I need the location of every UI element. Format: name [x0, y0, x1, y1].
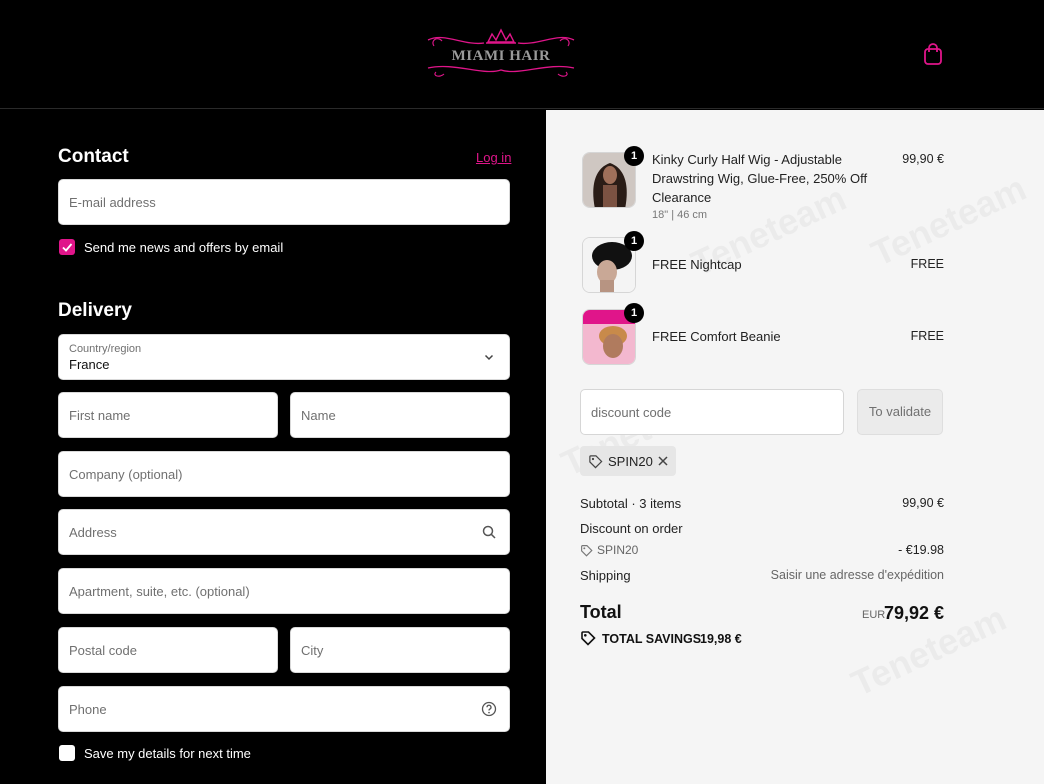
savings-tag-icon [581, 631, 596, 646]
last-name-placeholder: Name [301, 408, 336, 423]
item-price: FREE [910, 329, 944, 343]
news-checkbox[interactable] [59, 239, 75, 255]
save-details-label: Save my details for next time [84, 746, 251, 761]
discount-value: - €19.98 [898, 543, 944, 557]
validate-discount-button[interactable]: To validate [857, 389, 943, 435]
item-price: FREE [910, 257, 944, 271]
item-title: FREE Nightcap [652, 257, 742, 272]
total-savings-value: 19,98 € [700, 632, 742, 646]
item-title: Kinky Curly Half Wig - Adjustable Drawst… [652, 152, 868, 205]
item-quantity-badge: 1 [624, 231, 644, 251]
item-title: FREE Comfort Beanie [652, 329, 781, 344]
logo-text: MIAMI HAIR [451, 48, 551, 64]
close-icon[interactable] [657, 455, 669, 467]
login-link[interactable]: Log in [476, 150, 511, 165]
save-details-checkbox[interactable] [59, 745, 75, 761]
first-name-placeholder: First name [69, 408, 131, 423]
company-field[interactable]: Company (optional) [58, 451, 510, 497]
phone-field[interactable]: Phone [58, 686, 510, 732]
first-name-field[interactable]: First name [58, 392, 278, 438]
country-value: France [69, 357, 110, 372]
item-quantity-badge: 1 [624, 146, 644, 166]
watermark: Teneteam [865, 167, 1033, 275]
company-placeholder: Company (optional) [69, 467, 183, 482]
last-name-field[interactable]: Name [290, 392, 510, 438]
email-placeholder: E-mail address [69, 195, 156, 210]
discount-code-placeholder: discount code [591, 405, 672, 420]
postal-code-field[interactable]: Postal code [58, 627, 278, 673]
search-icon[interactable] [481, 524, 497, 540]
country-select[interactable]: Country/region France [58, 334, 510, 380]
item-quantity-badge: 1 [624, 303, 644, 323]
checkout-form: Contact Log in E-mail address Send me ne… [0, 110, 546, 784]
news-checkbox-label: Send me news and offers by email [84, 240, 284, 255]
chevron-down-icon [484, 354, 494, 361]
shipping-label: Shipping [580, 568, 631, 583]
total-savings-label: TOTAL SAVINGS [602, 632, 702, 646]
city-field[interactable]: City [290, 627, 510, 673]
discount-label: Discount on order [580, 521, 683, 536]
total-value: 79,92 € [883, 603, 944, 623]
discount-code-label: SPIN20 [597, 543, 639, 557]
applied-discount-code: SPIN20 [608, 454, 653, 469]
shopping-bag-icon[interactable] [922, 42, 944, 66]
delivery-title: Delivery [58, 300, 132, 321]
email-field[interactable]: E-mail address [58, 179, 510, 225]
total-currency: EUR [862, 609, 886, 621]
applied-discount-chip: SPIN20 [580, 446, 676, 476]
address-field[interactable]: Address [58, 509, 510, 555]
tag-icon [589, 455, 603, 469]
help-icon[interactable] [481, 701, 497, 717]
tag-icon [581, 545, 593, 557]
subtotal-label: Subtotal · 3 items [580, 496, 682, 511]
address-placeholder: Address [69, 525, 117, 540]
contact-title: Contact [58, 146, 129, 167]
checkmark-icon [62, 243, 73, 252]
site-header: MIAMI HAIR [0, 0, 1044, 109]
phone-placeholder: Phone [69, 702, 107, 717]
store-logo[interactable]: MIAMI HAIR [424, 26, 578, 80]
apartment-placeholder: Apartment, suite, etc. (optional) [69, 584, 250, 599]
item-price: 99,90 € [902, 152, 944, 166]
order-summary: Teneteam Teneteam Teneteam Teneteam 1 Ki… [546, 110, 1044, 784]
postal-code-placeholder: Postal code [69, 643, 137, 658]
total-label: Total [580, 602, 622, 622]
country-label: Country/region [69, 343, 142, 355]
apartment-field[interactable]: Apartment, suite, etc. (optional) [58, 568, 510, 614]
item-variant: 18" | 46 cm [652, 209, 708, 221]
shipping-value: Saisir une adresse d'expédition [770, 568, 944, 582]
city-placeholder: City [301, 643, 324, 658]
subtotal-value: 99,90 € [902, 496, 944, 510]
discount-code-input[interactable]: discount code [580, 389, 844, 435]
